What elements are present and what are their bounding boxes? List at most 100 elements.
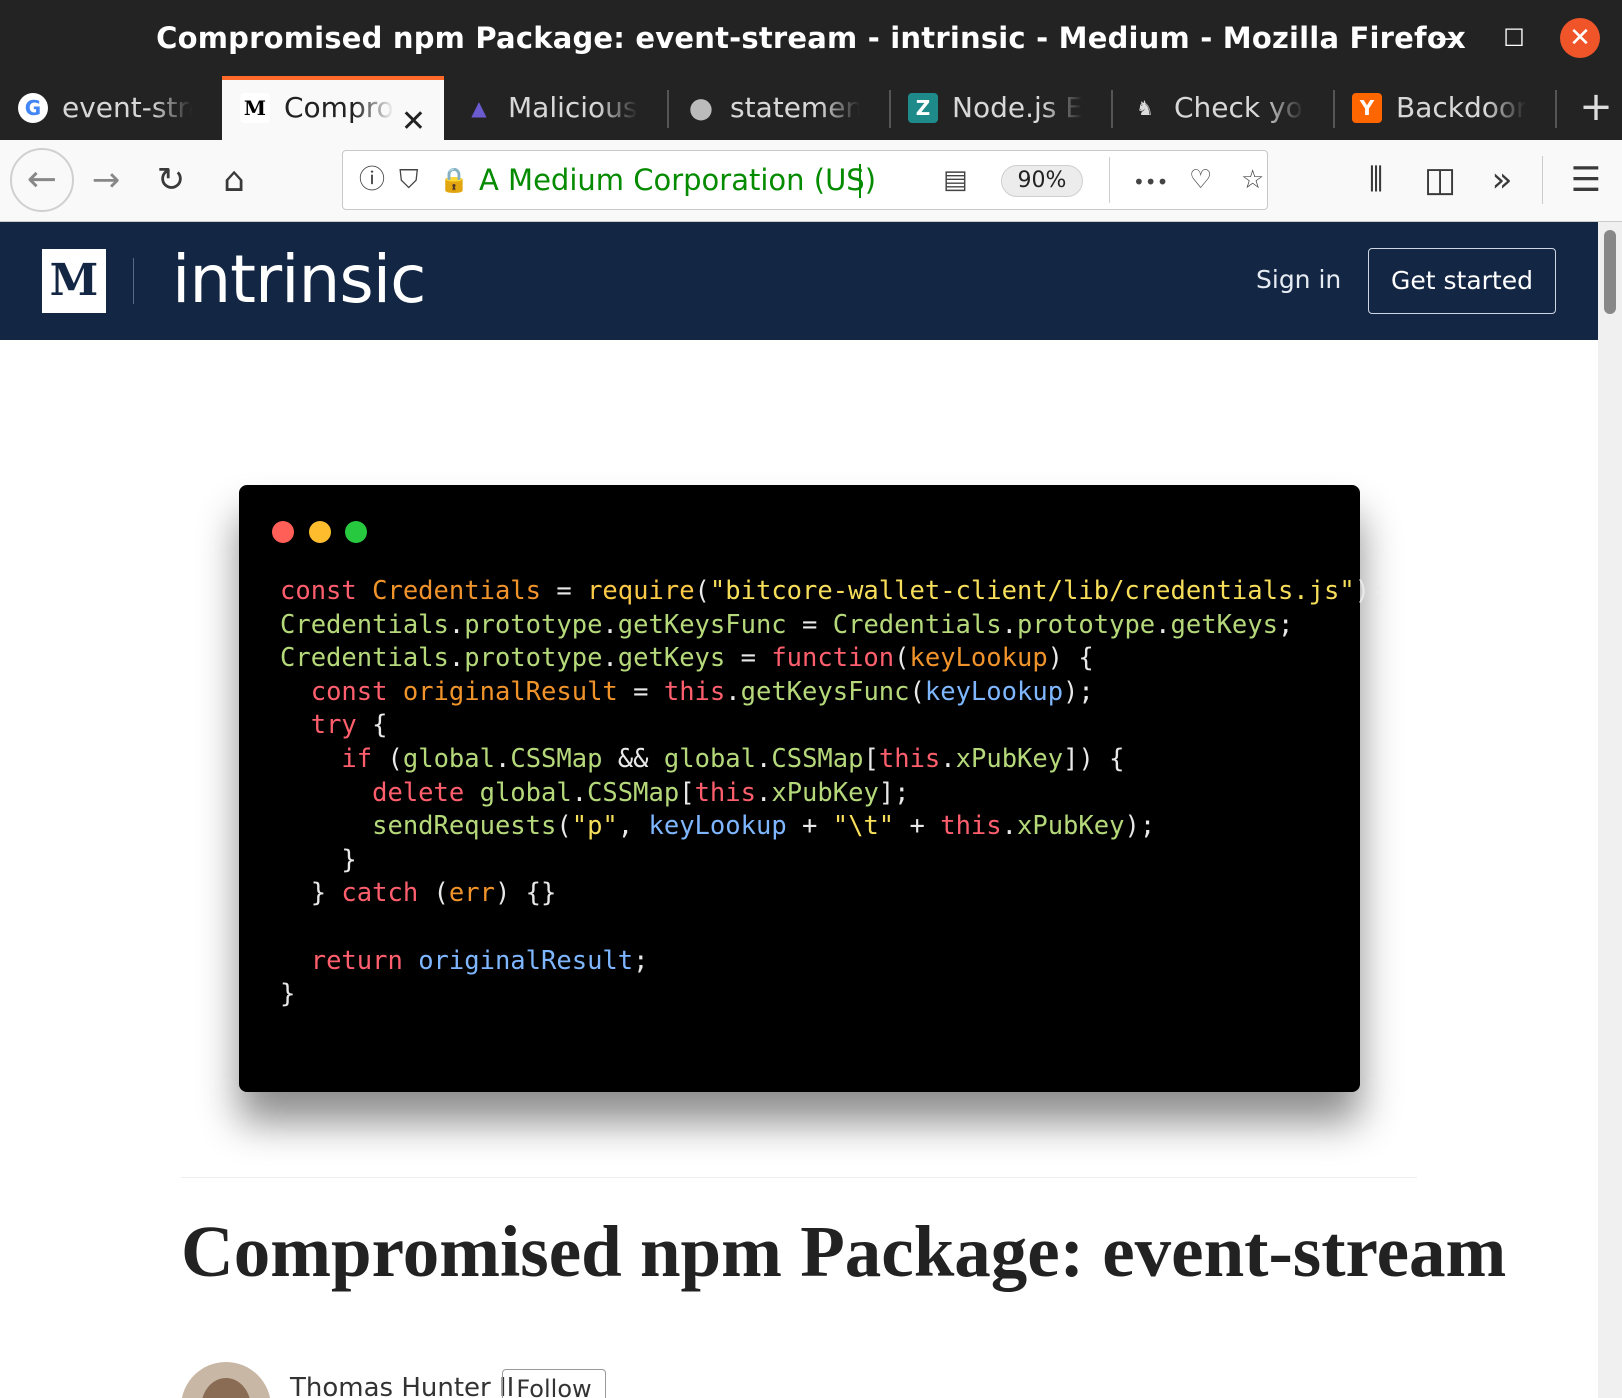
tab-separator [1555, 90, 1557, 128]
code-token: global [663, 743, 757, 774]
reader-view-icon[interactable]: ▤ [943, 163, 968, 197]
follow-button[interactable]: Follow [502, 1369, 606, 1398]
sign-in-link[interactable]: Sign in [1256, 258, 1341, 302]
code-token: Credentials [280, 643, 449, 674]
zoom-level-badge[interactable]: 90% [1001, 165, 1083, 197]
reload-button[interactable]: ↻ [145, 154, 197, 206]
code-token: prototype [464, 609, 603, 640]
code-token: getKeysFunc [740, 676, 910, 707]
tracking-shield-icon[interactable]: ⛉ [399, 163, 419, 197]
code-token: this [694, 777, 756, 808]
author-name[interactable]: Thomas Hunter II [290, 1368, 514, 1398]
tab-3[interactable]: ▲ Malicious c [446, 76, 668, 140]
toolbar-divider [1542, 156, 1543, 204]
overflow-menu-icon[interactable]: » [1476, 154, 1528, 206]
code-token: "\t" [832, 811, 895, 842]
hamburger-menu-icon[interactable]: ☰ [1560, 154, 1612, 206]
code-line: } catch (err) {} [280, 877, 1385, 911]
code-token: } [280, 979, 296, 1010]
maximize-icon[interactable]: ☐ [1496, 20, 1532, 56]
pocket-icon[interactable]: ♡ [1189, 163, 1212, 197]
code-token: if [341, 743, 373, 774]
get-started-button[interactable]: Get started [1368, 248, 1556, 314]
code-line: if (global.CSSMap && global.CSSMap[this.… [280, 743, 1385, 777]
forward-button[interactable]: → [80, 154, 132, 206]
close-window-icon[interactable]: ✕ [1560, 18, 1600, 58]
text-cursor [859, 164, 861, 198]
tab-close-icon[interactable]: ✕ [401, 90, 426, 140]
page-scrollbar[interactable] [1598, 222, 1622, 1398]
code-token: . [755, 777, 772, 808]
yellow-dot-icon [309, 521, 331, 543]
tab-5[interactable]: Z Node.js Ev [890, 76, 1112, 140]
code-token: xPubKey [771, 777, 879, 808]
generic-site-icon: ♞ [1136, 96, 1154, 120]
code-token: . [1001, 811, 1017, 842]
code-token: global [402, 743, 495, 774]
code-token: Credentials [832, 609, 1002, 640]
header-divider [133, 258, 134, 304]
tab-2[interactable]: M Comprom✕ [222, 76, 444, 140]
tab-label: Comprom [284, 80, 394, 140]
bookmark-star-icon[interactable]: ☆ [1241, 163, 1269, 197]
tab-7[interactable]: Y Backdoor i [1334, 76, 1556, 140]
code-token: xPubKey [955, 743, 1064, 774]
medium-logo[interactable]: M [42, 249, 106, 313]
code-token: ); [1063, 676, 1094, 707]
code-token: prototype [464, 643, 603, 674]
publication-brand[interactable]: intrinsic [172, 232, 426, 328]
code-token: [ [863, 743, 879, 774]
code-token: ( [694, 576, 710, 606]
code-token: . [602, 609, 618, 640]
sidebar-icon[interactable]: ◫ [1414, 154, 1466, 206]
code-token: const [310, 676, 403, 707]
tab-6[interactable]: ♞ Check you [1112, 76, 1334, 140]
medium-header: M intrinsic Sign in Get started [0, 222, 1598, 340]
url-divider [1109, 157, 1110, 203]
back-button[interactable]: ← [10, 148, 74, 212]
tab-1[interactable]: Gevent-stre [0, 76, 222, 140]
minimize-icon[interactable]: — [1430, 20, 1466, 56]
github-icon: ● [688, 91, 714, 124]
author-avatar[interactable] [181, 1362, 271, 1398]
code-line: return originalResult; [280, 945, 1385, 979]
new-tab-button[interactable]: + [1570, 76, 1622, 140]
home-button[interactable]: ⌂ [208, 154, 260, 206]
code-token: = [617, 676, 664, 707]
code-token: function [771, 643, 895, 674]
code-token: getKeysFunc [617, 609, 787, 640]
tab-label: Backdoor i [1396, 76, 1526, 140]
page-actions-icon[interactable]: ••• [1133, 165, 1168, 199]
lock-icon[interactable]: 🔒 [439, 163, 469, 197]
library-icon[interactable]: ⫴ [1350, 154, 1402, 206]
code-token: CSSMap [771, 743, 864, 774]
code-token: "bitcore-wallet-client/lib/credentials.j… [709, 576, 1355, 606]
code-screenshot: const Credentials = require("bitcore-wal… [239, 485, 1385, 1092]
code-line: } [280, 978, 1385, 1012]
code-token: delete [372, 777, 480, 808]
window-titlebar: Compromised npm Package: event-stream - … [0, 0, 1622, 76]
info-icon[interactable]: ⓘ [359, 163, 385, 197]
code-token: . [756, 743, 772, 774]
code-token: . [602, 643, 618, 674]
url-bar[interactable]: ⓘ ⛉ 🔒 A Medium Corporation (US) ▤ 90% ••… [342, 150, 1268, 210]
code-token: + [786, 811, 833, 842]
code-token: . [494, 743, 511, 774]
tab-strip: Gevent-stre M Comprom✕ ▲ Malicious c ● stateme… [0, 76, 1622, 140]
code-token: ); [1354, 576, 1386, 606]
code-token: ( [909, 676, 925, 707]
code-token: } [280, 878, 342, 909]
code-token: ) { [1047, 643, 1094, 674]
tab-label: Malicious c [508, 76, 638, 140]
green-dot-icon [345, 521, 367, 543]
site-identity[interactable]: A Medium Corporation (US) [479, 151, 876, 209]
code-token: [ [679, 777, 695, 808]
code-line: sendRequests("p", keyLookup + "\t" + thi… [280, 810, 1385, 844]
scrollbar-thumb[interactable] [1604, 230, 1616, 314]
code-block: const Credentials = require("bitcore-wal… [280, 575, 1385, 1012]
code-token: . [571, 777, 588, 808]
tab-4[interactable]: ● statement [668, 76, 890, 140]
